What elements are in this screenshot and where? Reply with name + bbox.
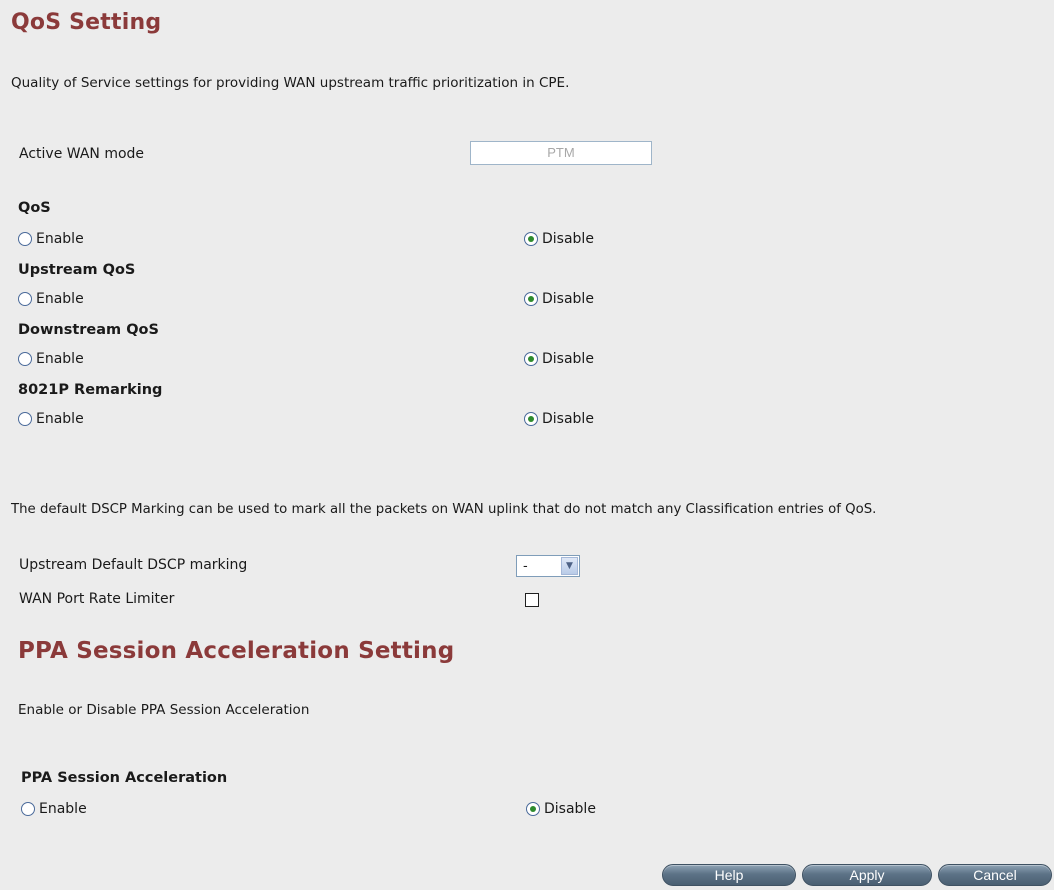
dscp-label: Upstream Default DSCP marking	[19, 557, 248, 573]
cancel-button[interactable]: Cancel	[938, 864, 1052, 886]
upstream-qos-disable-radio[interactable]	[524, 292, 538, 306]
qos-group-label: QoS	[18, 200, 51, 216]
ppa-enable-label: Enable	[39, 801, 87, 817]
chevron-down-icon[interactable]: ▼	[561, 557, 578, 575]
ppa-description: Enable or Disable PPA Session Accelerati…	[18, 702, 310, 718]
remarking-disable-option[interactable]: Disable	[524, 411, 594, 427]
downstream-qos-disable-label: Disable	[542, 351, 594, 367]
ppa-disable-label: Disable	[544, 801, 596, 817]
rate-limiter-checkbox[interactable]	[525, 593, 539, 607]
ppa-title: PPA Session Acceleration Setting	[18, 638, 455, 664]
upstream-qos-group-label: Upstream QoS	[18, 262, 136, 278]
upstream-qos-disable-label: Disable	[542, 291, 594, 307]
downstream-qos-disable-radio[interactable]	[524, 352, 538, 366]
qos-description: Quality of Service settings for providin…	[11, 75, 570, 91]
qos-disable-radio[interactable]	[524, 232, 538, 246]
upstream-qos-enable-radio[interactable]	[18, 292, 32, 306]
qos-enable-label: Enable	[36, 231, 84, 247]
remarking-enable-radio[interactable]	[18, 412, 32, 426]
rate-limiter-label: WAN Port Rate Limiter	[19, 591, 175, 607]
help-button[interactable]: Help	[662, 864, 796, 886]
apply-button[interactable]: Apply	[802, 864, 932, 886]
ppa-disable-option[interactable]: Disable	[526, 801, 596, 817]
downstream-qos-enable-label: Enable	[36, 351, 84, 367]
remarking-disable-label: Disable	[542, 411, 594, 427]
qos-disable-option[interactable]: Disable	[524, 231, 594, 247]
ppa-enable-option[interactable]: Enable	[21, 801, 87, 817]
downstream-qos-enable-radio[interactable]	[18, 352, 32, 366]
dscp-description: The default DSCP Marking can be used to …	[11, 502, 877, 517]
ppa-group-label: PPA Session Acceleration	[21, 770, 228, 786]
active-wan-mode-field: PTM	[470, 141, 652, 165]
downstream-qos-group-label: Downstream QoS	[18, 322, 159, 338]
page-title: QoS Setting	[11, 10, 162, 35]
remarking-group-label: 8021P Remarking	[18, 382, 163, 398]
downstream-qos-disable-option[interactable]: Disable	[524, 351, 594, 367]
active-wan-mode-label: Active WAN mode	[19, 146, 145, 162]
upstream-qos-enable-option[interactable]: Enable	[18, 291, 84, 307]
ppa-disable-radio[interactable]	[526, 802, 540, 816]
remarking-enable-option[interactable]: Enable	[18, 411, 84, 427]
ppa-enable-radio[interactable]	[21, 802, 35, 816]
qos-enable-radio[interactable]	[18, 232, 32, 246]
downstream-qos-enable-option[interactable]: Enable	[18, 351, 84, 367]
qos-enable-option[interactable]: Enable	[18, 231, 84, 247]
remarking-enable-label: Enable	[36, 411, 84, 427]
upstream-qos-enable-label: Enable	[36, 291, 84, 307]
upstream-qos-disable-option[interactable]: Disable	[524, 291, 594, 307]
dscp-select-value: -	[523, 558, 528, 574]
qos-disable-label: Disable	[542, 231, 594, 247]
dscp-select[interactable]: - ▼	[516, 555, 580, 577]
remarking-disable-radio[interactable]	[524, 412, 538, 426]
